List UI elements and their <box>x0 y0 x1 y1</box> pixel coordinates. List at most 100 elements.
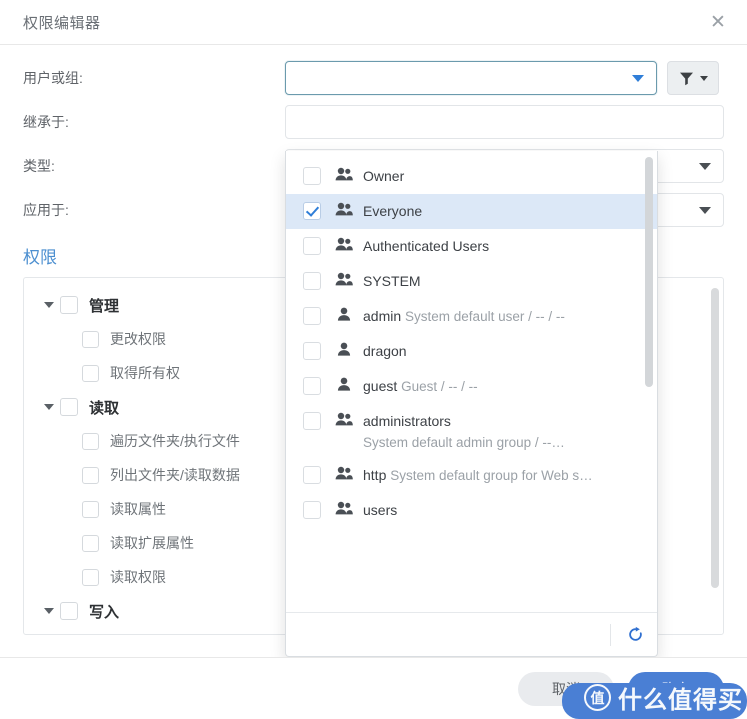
form-row-user-or-group: 用户或组: <box>23 59 724 97</box>
group-icon <box>334 202 354 216</box>
dialog-titlebar: 权限编辑器 ✕ <box>0 0 747 45</box>
item-checkbox[interactable] <box>303 501 321 519</box>
group-icon <box>334 272 354 286</box>
item-checkbox[interactable] <box>303 307 321 325</box>
group-icon <box>334 412 354 426</box>
list-item-label: users <box>363 502 398 518</box>
label-apply-to: 应用于: <box>23 202 69 218</box>
tree-checkbox[interactable] <box>60 398 78 416</box>
tree-checkbox[interactable] <box>82 534 99 552</box>
tree-checkbox[interactable] <box>60 296 78 314</box>
tree-checkbox[interactable] <box>60 602 78 620</box>
list-item-texts: administrators System default admin grou… <box>363 404 647 458</box>
tree-label: 读取扩展属性 <box>110 535 194 551</box>
chevron-down-icon[interactable] <box>38 608 60 614</box>
list-item-label: guest <box>363 378 398 394</box>
tree-label: 取得所有权 <box>110 365 180 381</box>
label-user-or-group: 用户或组: <box>23 70 83 86</box>
list-item[interactable]: guest Guest / -- / -- <box>286 369 657 404</box>
tree-label: 遍历文件夹/执行文件 <box>110 433 240 449</box>
list-item-label: administrators <box>363 413 451 429</box>
list-item-texts: admin System default user / -- / -- <box>363 299 647 332</box>
filter-button[interactable] <box>667 61 719 95</box>
list-item[interactable]: Authenticated Users <box>286 229 657 264</box>
search-input[interactable] <box>296 619 606 650</box>
user-icon <box>334 307 354 321</box>
group-icon <box>334 501 354 515</box>
inherited-from-input[interactable] <box>285 105 724 139</box>
item-checkbox[interactable] <box>303 202 321 220</box>
group-icon <box>334 466 354 480</box>
tree-checkbox[interactable] <box>82 364 99 382</box>
list-item[interactable]: Everyone <box>286 194 657 229</box>
watermark-plate <box>562 683 747 719</box>
list-item[interactable]: http System default group for Web s… <box>286 458 657 493</box>
dropdown-footer <box>286 612 657 656</box>
form-row-inherited-from: 继承于: <box>23 103 724 141</box>
page-title: 权限编辑器 <box>23 14 101 32</box>
tree-label: 读取权限 <box>110 569 166 585</box>
user-or-group-dropdown: Owner Everyone Authenticated Users SYSTE… <box>285 151 658 657</box>
list-item-texts: http System default group for Web s… <box>363 458 647 491</box>
chevron-down-icon <box>632 75 644 82</box>
list-item[interactable]: users <box>286 493 657 528</box>
list-item[interactable]: admin System default user / -- / -- <box>286 299 657 334</box>
list-item-label: SYSTEM <box>363 273 421 289</box>
chevron-down-icon <box>699 163 711 170</box>
tree-checkbox[interactable] <box>82 466 99 484</box>
tree-checkbox[interactable] <box>82 330 99 348</box>
label-type: 类型: <box>23 158 55 174</box>
user-or-group-combobox[interactable] <box>285 61 657 95</box>
chevron-down-icon[interactable] <box>38 302 60 308</box>
list-item-sublabel: System default group for Web s… <box>390 468 593 483</box>
list-item-texts: Everyone <box>363 194 647 227</box>
divider <box>610 623 611 646</box>
scrollbar-thumb[interactable] <box>711 288 719 588</box>
group-icon <box>334 237 354 251</box>
tree-checkbox[interactable] <box>82 568 99 586</box>
permission-editor-dialog: 权限编辑器 ✕ 用户或组: 继承于: 类型: 应用于: 权限 管理 更改权限 取… <box>0 0 747 719</box>
chevron-down-icon[interactable] <box>38 404 60 410</box>
item-checkbox[interactable] <box>303 377 321 395</box>
list-item-texts: Authenticated Users <box>363 229 647 262</box>
item-checkbox[interactable] <box>303 272 321 290</box>
list-item-label: Authenticated Users <box>363 238 490 254</box>
dropdown-scrollbar[interactable] <box>645 157 653 604</box>
item-checkbox[interactable] <box>303 466 321 484</box>
list-item-sublabel: System default admin group / --… <box>363 435 565 450</box>
list-item-texts: SYSTEM <box>363 264 647 297</box>
tab-permissions[interactable]: 权限 <box>23 243 57 268</box>
list-item-texts: Owner <box>363 159 647 192</box>
list-item-texts: users <box>363 493 647 526</box>
list-item-texts: guest Guest / -- / -- <box>363 369 647 402</box>
list-item-label: admin <box>363 308 402 324</box>
list-item[interactable]: dragon <box>286 334 657 369</box>
chevron-down-icon <box>700 75 708 81</box>
group-icon <box>334 167 354 181</box>
user-icon <box>334 342 354 356</box>
list-item[interactable]: SYSTEM <box>286 264 657 299</box>
tree-label: 列出文件夹/读取数据 <box>110 467 240 483</box>
permissions-scrollbar[interactable] <box>711 284 719 628</box>
item-checkbox[interactable] <box>303 167 321 185</box>
list-item[interactable]: Owner <box>286 159 657 194</box>
close-icon[interactable]: ✕ <box>703 7 733 37</box>
item-checkbox[interactable] <box>303 342 321 360</box>
dialog-body: 用户或组: 继承于: 类型: 应用于: 权限 管理 更改权限 取得所有权 读取 … <box>0 45 747 657</box>
tree-label: 更改权限 <box>110 331 166 347</box>
tree-label: 管理 <box>89 297 120 315</box>
list-item-label: dragon <box>363 343 407 359</box>
tree-checkbox[interactable] <box>82 500 99 518</box>
item-checkbox[interactable] <box>303 412 321 430</box>
funnel-icon <box>680 72 693 85</box>
item-checkbox[interactable] <box>303 237 321 255</box>
user-icon <box>334 377 354 391</box>
tree-label: 写入 <box>89 603 120 621</box>
tree-checkbox[interactable] <box>82 432 99 450</box>
scrollbar-thumb[interactable] <box>645 157 653 387</box>
list-item-label: http <box>363 467 387 483</box>
list-item[interactable]: administrators System default admin grou… <box>286 404 657 458</box>
refresh-icon[interactable] <box>621 621 649 649</box>
tree-label: 读取属性 <box>110 501 166 517</box>
dialog-footer: 取消 确定 值 什么值得买 <box>0 657 747 719</box>
